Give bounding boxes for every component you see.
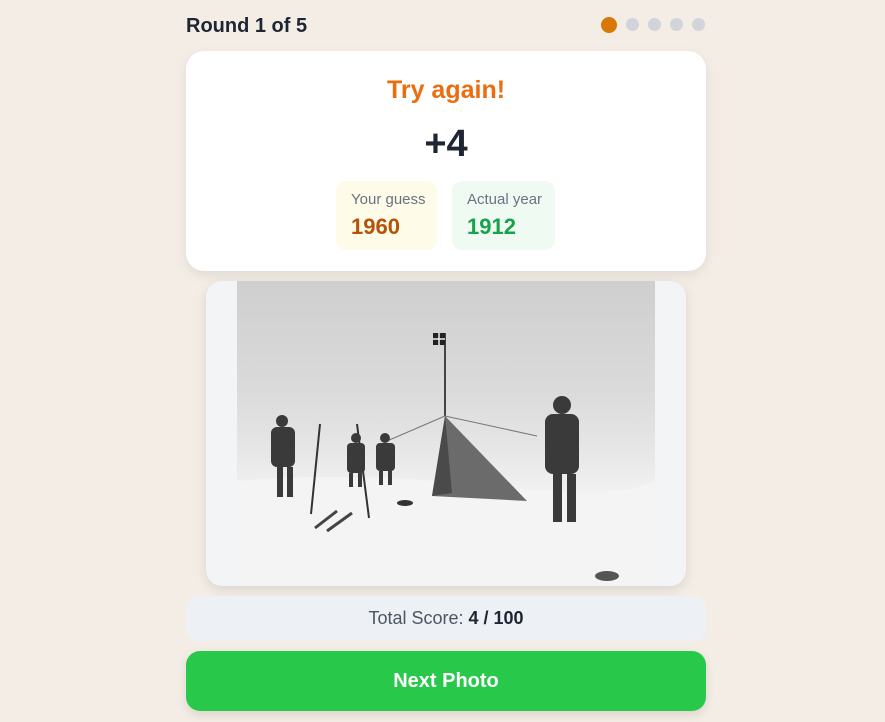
your-guess-box: Your guess 1960 [336,181,437,250]
actual-year-box: Actual year 1912 [452,181,555,250]
photo-frame [206,281,686,586]
round-label: Round 1 of 5 [186,15,308,37]
result-title: Try again! [386,76,506,104]
actual-year-value: 1912 [467,214,516,239]
round-points: +4 [424,123,468,165]
next-photo-button[interactable]: Next Photo [186,651,706,711]
result-card: Try again! +4 Your guess 1960 Actual yea… [186,51,706,271]
total-score-bar: Total Score: 4 / 100 [186,596,706,641]
round-progress-dots [601,17,705,33]
photo-illustration [237,333,655,586]
actual-year-label: Actual year [467,191,543,208]
progress-dot [692,18,705,31]
progress-dot [670,18,683,31]
progress-dot [648,18,661,31]
your-guess-value: 1960 [351,214,400,239]
historical-photo [237,281,655,586]
progress-dot-current [601,17,617,33]
total-score-value: 4 / 100 [468,608,524,628]
total-score-label: Total Score: [368,608,464,628]
progress-dot [626,18,639,31]
your-guess-label: Your guess [351,191,426,208]
